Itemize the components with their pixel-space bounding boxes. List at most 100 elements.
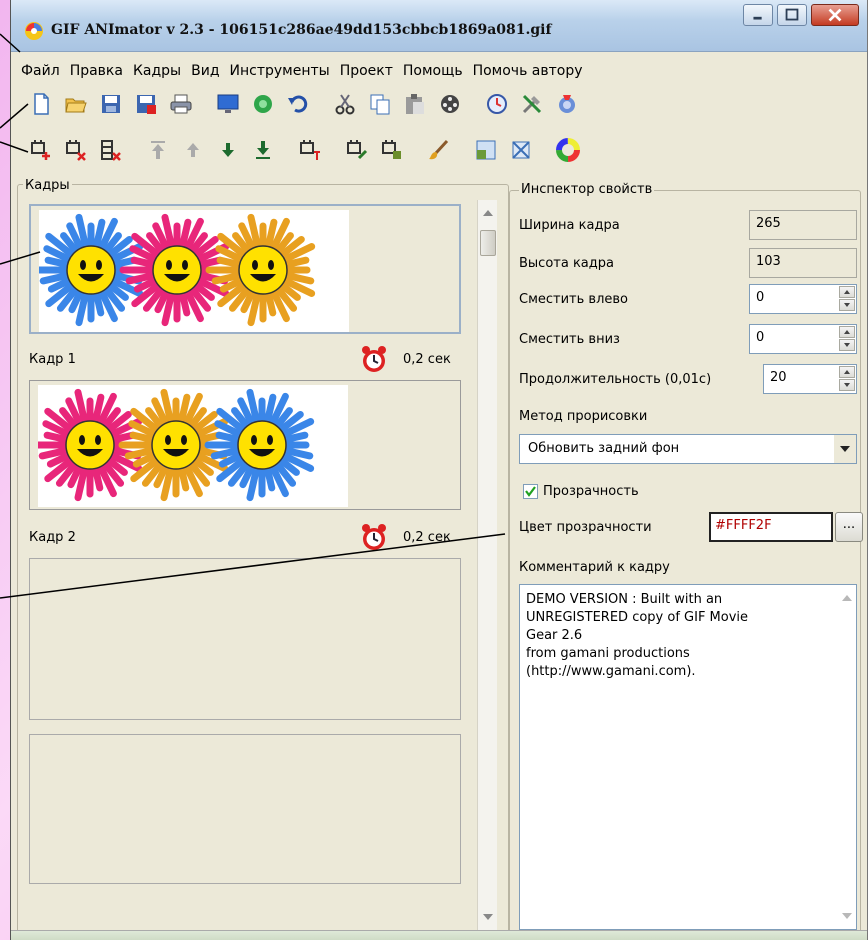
scroll-down-icon[interactable] [842,913,852,919]
frame-thumbnail-empty[interactable] [29,558,461,720]
transparent-color-field[interactable]: #FFFF2F [709,512,833,542]
paste-icon[interactable] [403,92,427,116]
scroll-thumb[interactable] [480,230,496,256]
smiley-eye [95,435,101,445]
brush-icon[interactable] [427,138,451,162]
scroll-up-icon[interactable] [483,210,493,216]
insert-frame-icon[interactable] [298,138,322,162]
maximize-icon [785,8,799,21]
chevron-down-icon[interactable] [834,435,856,463]
frame-caption: Кадр 1 0,2 сек [29,344,461,374]
preview-monitor-icon[interactable] [216,92,240,116]
spin-down-icon[interactable] [839,339,855,351]
draw-method-select[interactable]: Обновить задний фон [519,434,857,464]
save-icon[interactable] [99,92,123,116]
comment-scrollbar[interactable] [838,585,856,929]
frame-width-field: 265 [749,210,857,240]
spin-up-icon[interactable] [839,366,855,378]
close-button[interactable] [811,4,859,26]
spin-buttons[interactable] [839,326,855,352]
frame-thumbnail-2[interactable] [29,380,461,510]
minimize-icon [753,16,762,20]
move-down-icon[interactable] [216,138,240,162]
minimize-button[interactable] [743,4,773,26]
smiley-eye [268,260,274,270]
smiley-face [66,245,116,295]
comment-line: Gear 2.6 [526,628,583,643]
comment-line: UNREGISTERED copy of GIF Movie [526,610,749,625]
add-frame-icon[interactable] [29,138,53,162]
offset-down-stepper[interactable]: 0 [749,324,857,354]
frames-toolbar [11,132,867,168]
frame-thumbnail-1[interactable] [29,204,461,334]
frames-scrollbar[interactable] [477,200,497,930]
checkmark-icon [525,486,536,497]
print-icon[interactable] [169,92,193,116]
frame-height-label: Высота кадра [519,256,614,271]
spin-up-icon[interactable] [839,326,855,338]
move-top-icon[interactable] [146,138,170,162]
cut-icon[interactable] [333,92,357,116]
menu-project[interactable]: Проект [340,63,393,79]
smiley-eye [165,435,171,445]
crop-frame-icon[interactable] [380,138,404,162]
optimize-icon[interactable] [251,92,275,116]
menu-help[interactable]: Помощь [403,63,463,79]
maximize-button[interactable] [777,4,807,26]
frames-list[interactable]: Кадр 1 0,2 сек Кадр 2 0,2 сек [25,200,485,930]
transparency-checkbox[interactable] [523,484,538,499]
spin-buttons[interactable] [839,366,855,392]
scroll-down-icon[interactable] [483,914,493,920]
undo-icon[interactable] [286,92,310,116]
smiley-eye [166,260,172,270]
film-reel-icon[interactable] [438,92,462,116]
timer-icon[interactable] [485,92,509,116]
scroll-up-icon[interactable] [842,595,852,601]
resize-icon[interactable] [474,138,498,162]
open-folder-icon[interactable] [64,92,88,116]
move-up-icon[interactable] [181,138,205,162]
duration-label: Продолжительность (0,01с) [519,372,712,387]
offset-left-stepper[interactable]: 0 [749,284,857,314]
edit-frame-icon[interactable] [345,138,369,162]
spin-down-icon[interactable] [839,379,855,391]
duration-stepper[interactable]: 20 [763,364,857,394]
smiley-eye [182,260,188,270]
menu-file[interactable]: Файл [21,63,60,79]
smiley-flower [205,213,316,327]
new-file-icon[interactable] [29,92,53,116]
frame-comment-textarea[interactable]: DEMO VERSION : Built with an UNREGISTERE… [519,584,857,930]
effects-icon[interactable] [555,92,579,116]
move-bottom-icon[interactable] [251,138,275,162]
smiley-eye [80,260,86,270]
window-title: GIF ANImator v 2.3 - 106151c286ae49dd153… [51,22,552,38]
alarm-clock-icon[interactable] [359,344,389,374]
offset-down-value: 0 [756,330,765,345]
menu-tools[interactable]: Инструменты [230,63,330,79]
menu-view[interactable]: Вид [191,63,219,79]
spin-buttons[interactable] [839,286,855,312]
pick-color-button[interactable]: ... [835,512,863,542]
transparency-label: Прозрачность [543,484,639,499]
save-as-icon[interactable] [134,92,158,116]
fit-icon[interactable] [509,138,533,162]
delete-frames-icon[interactable] [99,138,123,162]
duration-value: 20 [770,370,787,385]
tools-icon[interactable] [520,92,544,116]
offset-left-label: Сместить влево [519,292,629,307]
copy-icon[interactable] [368,92,392,116]
smiley-face [65,420,115,470]
spin-up-icon[interactable] [839,286,855,298]
color-wheel-icon[interactable] [556,138,580,162]
menu-support-author[interactable]: Помочь автору [473,63,583,79]
smiley-eye [79,435,85,445]
delete-frame-icon[interactable] [64,138,88,162]
smiley-face [238,245,288,295]
menu-edit[interactable]: Правка [70,63,123,79]
frame-thumbnail-empty[interactable] [29,734,461,884]
alarm-clock-icon[interactable] [359,522,389,552]
menu-frames[interactable]: Кадры [133,63,181,79]
title-bar[interactable]: GIF ANImator v 2.3 - 106151c286ae49dd153… [11,0,867,52]
spin-down-icon[interactable] [839,299,855,311]
inspector-label: Инспектор свойств [519,182,655,197]
